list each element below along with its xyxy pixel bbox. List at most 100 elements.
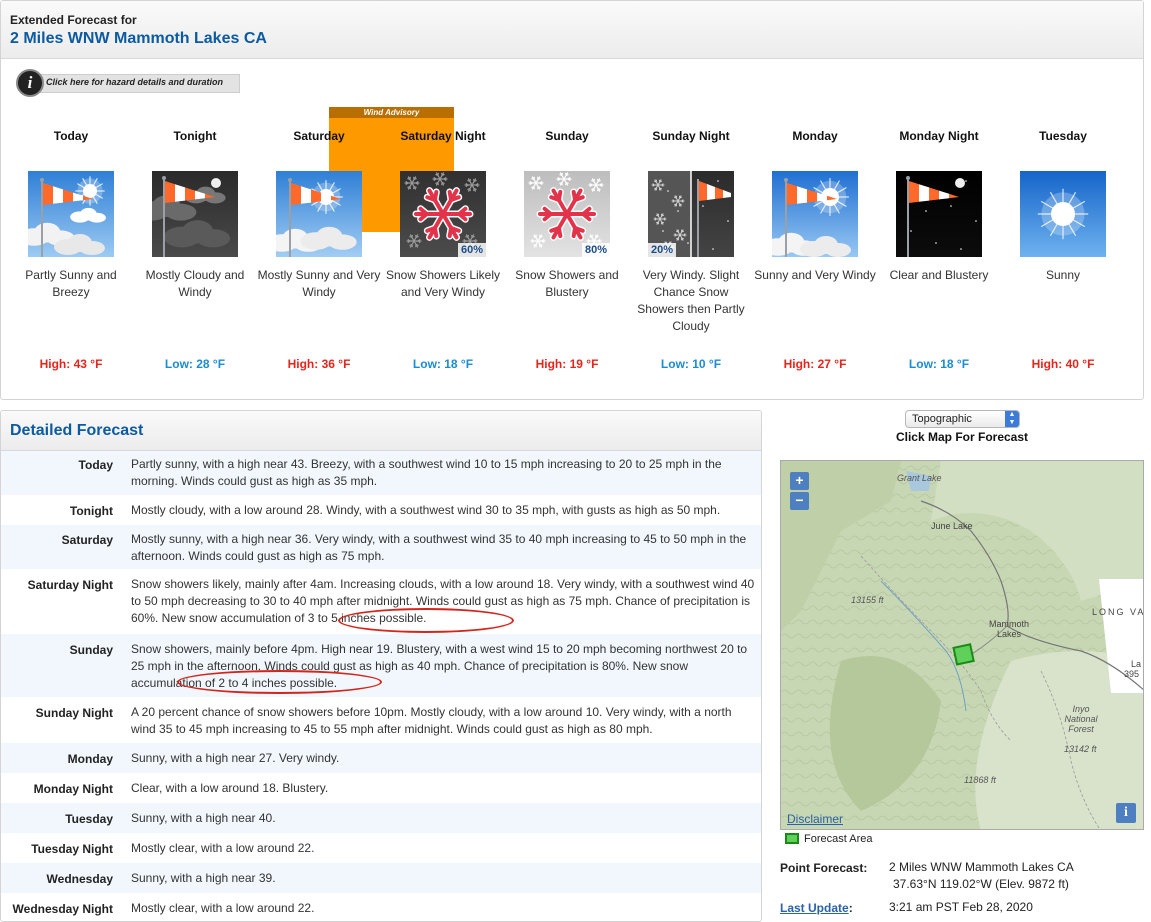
zoom-in-button[interactable]: +: [790, 472, 809, 490]
period-name: Saturday Night: [400, 129, 486, 143]
detailed-row-text: Partly sunny, with a high near 43. Breez…: [131, 457, 722, 488]
detailed-forecast-row: Monday Night Clear, with a low around 18.…: [1, 773, 761, 803]
detailed-row-label: Today: [78, 458, 113, 472]
windsock-clear-night-icon[interactable]: [896, 171, 982, 257]
forecast-period[interactable]: Saturday Night 60% Snow Showers Likely and…: [381, 128, 505, 371]
map-label-long-valley: LONG VA: [1092, 607, 1144, 617]
hazard-link-text[interactable]: Click here for hazard details and durati…: [46, 77, 223, 87]
detailed-row-label: Monday: [67, 752, 113, 766]
map-label-june-lake: June Lake: [931, 521, 973, 531]
detailed-row-text: Snow showers likely, mainly after 4am. I…: [131, 577, 755, 625]
hazard-details-link[interactable]: i Click here for hazard details and dura…: [16, 69, 240, 97]
snowflake-night-icon[interactable]: 60%: [400, 171, 486, 257]
map-label-elev-13142: 13142 ft: [1064, 744, 1097, 754]
forecast-header: Extended Forecast for 2 Miles WNW Mammot…: [1, 1, 1143, 59]
period-name: Tuesday: [1039, 129, 1087, 143]
detailed-row-text: Mostly clear, with a low around 22.: [131, 841, 315, 855]
forecast-area-label: Forecast Area: [804, 833, 873, 845]
windsock-partly-sunny-icon[interactable]: [28, 171, 114, 257]
period-description: Mostly Sunny and Very Windy: [257, 268, 381, 299]
forecast-period[interactable]: Monday Night Clear and Blustery Low: 18 °F: [877, 128, 1001, 371]
period-temperature: High: 19 °F: [535, 357, 599, 371]
detailed-row-label: Tonight: [69, 504, 113, 518]
detailed-forecast-row: Tonight Mostly cloudy, with a low around …: [1, 495, 761, 525]
detailed-forecast-row: Wednesday Night Mostly clear, with a low …: [1, 893, 761, 921]
detailed-row-label: Wednesday Night: [12, 902, 113, 916]
period-description: Sunny: [1045, 268, 1081, 282]
detailed-row-text: Mostly cloudy, with a low around 28. Win…: [131, 503, 721, 517]
period-name: Sunday: [545, 129, 589, 143]
detailed-row-label: Sunday Night: [35, 706, 113, 720]
detailed-row-label: Tuesday: [65, 812, 113, 826]
period-name: Saturday: [293, 129, 345, 143]
forecast-period[interactable]: Saturday Mostly Sunny and Very Windy High:…: [257, 128, 381, 371]
precip-chance-badge: 80%: [581, 243, 610, 257]
period-name: Tonight: [173, 129, 217, 143]
detailed-row-label: Tuesday Night: [31, 842, 113, 856]
snow-then-windsock-night-icon[interactable]: 20%: [648, 171, 734, 257]
forecast-period[interactable]: Monday Sunny and Very Windy High: 27 °F: [753, 128, 877, 371]
point-forecast-label: Point Forecast:: [780, 861, 868, 875]
forecast-period[interactable]: Sunday 80% Snow Showers and Blustery High: …: [505, 128, 629, 371]
period-description: Snow Showers Likely and Very Windy: [385, 268, 501, 299]
windsock-sunny-icon[interactable]: [772, 171, 858, 257]
map-type-value: Topographic: [912, 413, 972, 425]
forecast-period[interactable]: Tuesday Sunny High: 40 °F: [1001, 128, 1125, 371]
detailed-forecast-row: Sunday Snow showers, mainly before 4pm. H…: [1, 634, 761, 697]
map-label-route-395: 395: [1124, 669, 1140, 679]
detailed-row-text: Clear, with a low around 18. Blustery.: [131, 781, 329, 795]
header-label: Extended Forecast for: [10, 13, 137, 27]
wind-advisory-label[interactable]: Wind Advisory: [329, 107, 454, 118]
detailed-row-text: Mostly clear, with a low around 22.: [131, 901, 315, 915]
detailed-forecast-row: Today Partly sunny, with a high near 43. …: [1, 451, 761, 495]
last-update-link[interactable]: Last Update: [780, 901, 849, 915]
forecast-period[interactable]: Sunday Night 20% Very Windy. Slight Chance…: [629, 128, 753, 371]
detailed-row-text: Sunny, with a high near 27. Very windy.: [131, 751, 340, 765]
period-description: Sunny and Very Windy: [754, 268, 876, 282]
detailed-row-text: Sunny, with a high near 40.: [131, 811, 276, 825]
windsock-cloudy-night-icon[interactable]: [152, 171, 238, 257]
map-disclaimer-link[interactable]: Disclaimer: [787, 812, 843, 826]
forecast-period[interactable]: Today Partly Sunny and Breezy High: 43 °F: [9, 128, 133, 371]
detailed-row-label: Wednesday: [46, 872, 113, 886]
map-label-elev-13155: 13155 ft: [851, 595, 884, 605]
point-forecast-location: 2 Miles WNW Mammoth Lakes CA: [889, 860, 1074, 874]
period-temperature: Low: 18 °F: [412, 357, 474, 371]
period-temperature: Low: 28 °F: [164, 357, 226, 371]
map-type-select[interactable]: Topographic ▲ ▼: [905, 410, 1020, 428]
period-name: Monday: [792, 129, 838, 143]
map-label-inyo-forest: Inyo National Forest: [1064, 704, 1098, 734]
forecast-map[interactable]: Grant Lake June Lake 13155 ft LONG VA Ma…: [780, 460, 1144, 830]
period-description: Partly Sunny and Breezy: [25, 268, 117, 299]
detailed-row-text: Snow showers, mainly before 4pm. High ne…: [131, 642, 748, 690]
precip-chance-badge: 20%: [648, 243, 677, 257]
precip-chance-badge: 60%: [457, 243, 486, 257]
last-update-label: Last Update:: [780, 901, 853, 915]
select-arrows-icon[interactable]: ▲ ▼: [1005, 411, 1019, 427]
period-description: Very Windy. Slight Chance Snow Showers t…: [637, 268, 745, 333]
period-name: Sunday Night: [652, 129, 730, 143]
forecast-period[interactable]: Tonight Mostly Cloudy and Windy Low: 28 °F: [133, 128, 257, 371]
info-icon[interactable]: i: [16, 69, 44, 97]
detailed-forecast-row: Wednesday Sunny, with a high near 39.: [1, 863, 761, 893]
sun-icon[interactable]: [1020, 171, 1106, 257]
detailed-forecast-header: Detailed Forecast: [1, 411, 761, 451]
last-update-value: 3:21 am PST Feb 28, 2020: [889, 900, 1033, 914]
period-temperature: Low: 10 °F: [660, 357, 722, 371]
detailed-row-label: Saturday: [61, 533, 113, 547]
snowflake-day-icon[interactable]: 80%: [524, 171, 610, 257]
period-description: Clear and Blustery: [889, 268, 989, 282]
detailed-row-label: Saturday Night: [27, 578, 113, 592]
topographic-map-graphic[interactable]: [781, 461, 1144, 830]
period-description: Mostly Cloudy and Windy: [145, 268, 245, 299]
period-temperature: High: 27 °F: [783, 357, 847, 371]
zoom-out-button[interactable]: −: [790, 492, 809, 510]
period-description: Snow Showers and Blustery: [515, 268, 619, 299]
period-temperature: High: 36 °F: [287, 357, 351, 371]
map-info-button[interactable]: i: [1116, 803, 1136, 823]
last-update-colon: :: [848, 901, 853, 915]
detailed-forecast-row: Tuesday Sunny, with a high near 40.: [1, 803, 761, 833]
forecast-area-swatch: [785, 833, 799, 844]
windsock-mostly-sunny-icon[interactable]: [276, 171, 362, 257]
map-label-elev-11868: 11868 ft: [964, 775, 996, 785]
